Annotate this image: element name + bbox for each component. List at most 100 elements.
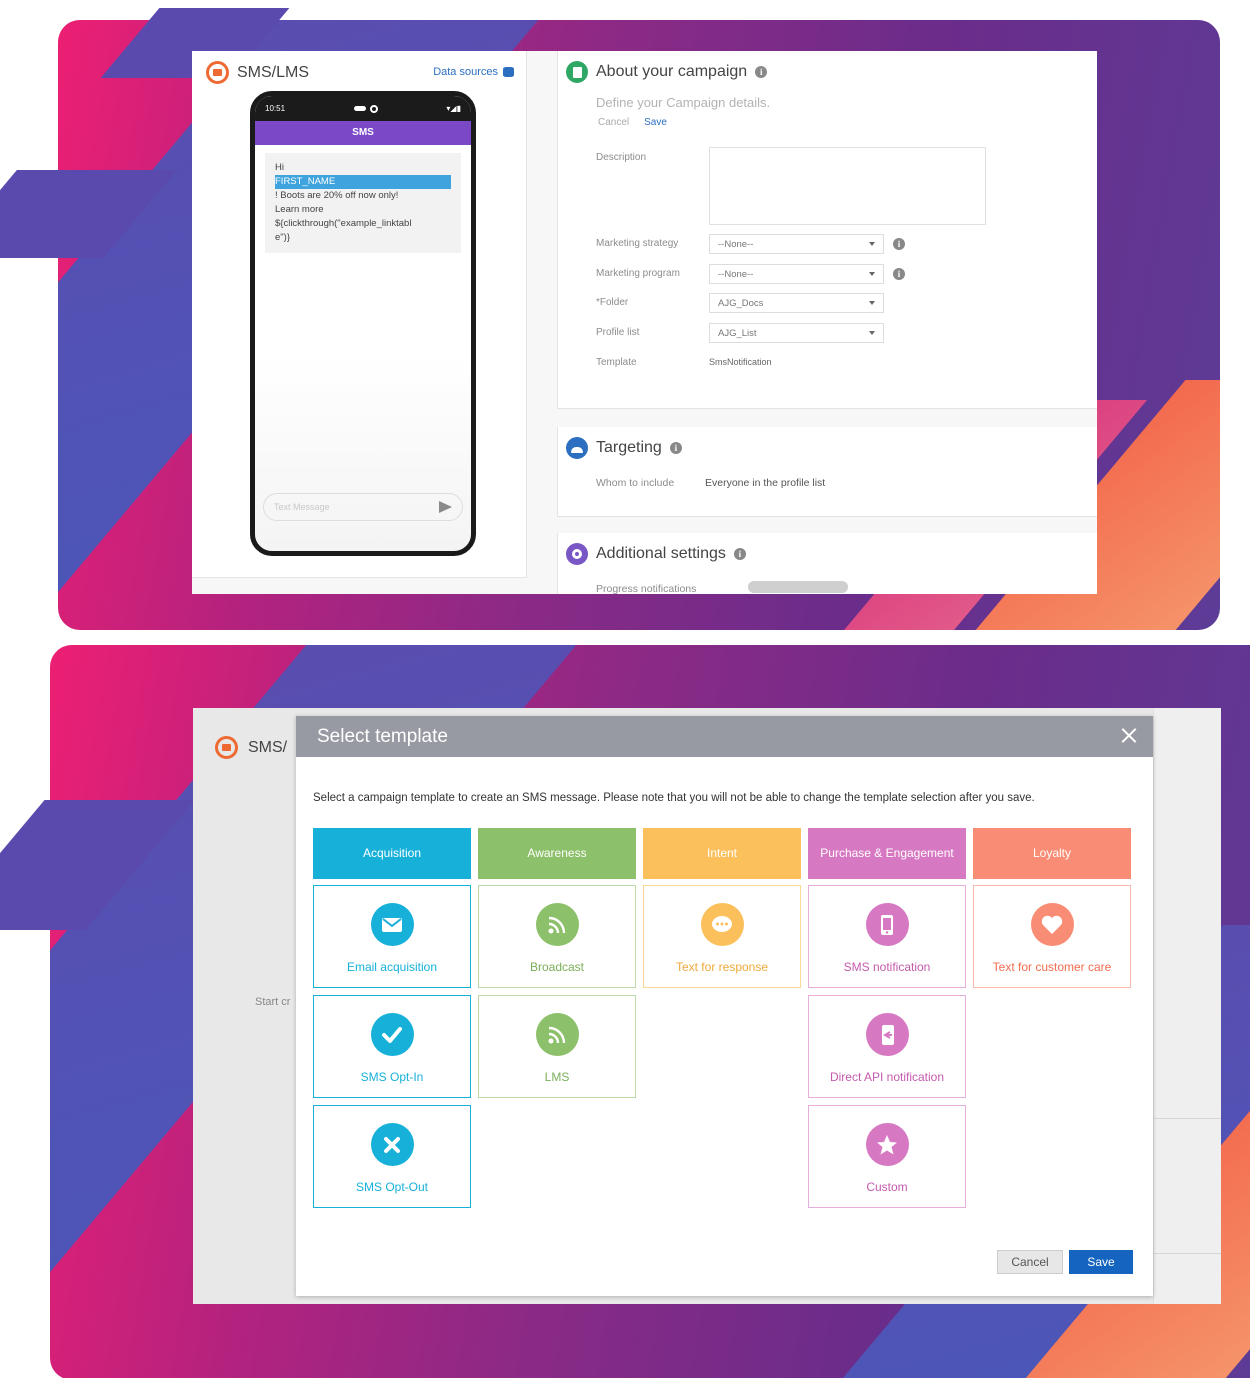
info-icon[interactable]: i xyxy=(755,66,768,78)
panel-header: SMS/LMS xyxy=(206,61,309,84)
modal-header: Select template xyxy=(296,716,1153,757)
msg-line: ! Boots are 20% off now only! xyxy=(275,190,399,201)
tile-sms-notification[interactable]: SMS notification xyxy=(808,885,966,988)
folder-value: AJG_Docs xyxy=(718,297,764,309)
chevron-down-icon xyxy=(869,301,875,305)
targeting-header: Targeting i xyxy=(566,437,682,459)
cancel-link[interactable]: Cancel xyxy=(598,117,629,128)
data-sources-link[interactable]: Data sources xyxy=(433,66,514,78)
template-label: Template xyxy=(596,357,637,368)
targeting-card: Targeting i Whom to include Everyone in … xyxy=(557,427,1097,517)
tile-broadcast[interactable]: Broadcast xyxy=(478,885,636,988)
marketing-strategy-select[interactable]: --None-- xyxy=(709,234,884,254)
phone-preview: 10:51 ▾◢▮ SMS Hi FIRST_NAME ! Boots are … xyxy=(250,91,476,556)
about-campaign-header: About your campaign i xyxy=(566,61,768,83)
folder-label: *Folder xyxy=(596,297,629,308)
category-purchase-engagement[interactable]: Purchase & Engagement xyxy=(808,828,966,879)
tile-lms[interactable]: LMS xyxy=(478,995,636,1098)
category-awareness[interactable]: Awareness xyxy=(478,828,636,879)
tile-label: SMS Opt-In xyxy=(360,1070,424,1084)
template-selection-screenshot: SMS/ Start cr Select template Select a c… xyxy=(193,708,1221,1304)
phone-time: 10:51 xyxy=(265,104,286,113)
tile-text-for-customer-care[interactable]: Text for customer care xyxy=(973,885,1131,988)
description-label: Description xyxy=(596,152,647,163)
mobile-phone-icon xyxy=(865,903,909,946)
marketing-program-select[interactable]: --None-- xyxy=(709,264,884,284)
info-icon[interactable]: i xyxy=(893,268,905,280)
divider xyxy=(1153,1253,1221,1254)
heart-icon xyxy=(1030,903,1074,946)
tile-label: SMS notification xyxy=(843,960,931,974)
sms-channel-icon xyxy=(215,736,238,759)
whom-to-include-label: Whom to include xyxy=(596,477,675,489)
x-circle-icon xyxy=(370,1123,414,1166)
underlying-header: SMS/ xyxy=(215,736,287,759)
tile-label: Email acquisition xyxy=(346,960,438,974)
divider xyxy=(1153,1118,1221,1119)
star-icon xyxy=(865,1123,909,1166)
save-link[interactable]: Save xyxy=(644,117,667,128)
envelope-icon xyxy=(370,903,414,946)
whom-to-include-value: Everyone in the profile list xyxy=(705,477,826,489)
tile-label: Broadcast xyxy=(529,960,585,974)
send-icon[interactable] xyxy=(439,501,452,513)
campaign-editor-screenshot: SMS/LMS Data sources 10:51 ▾◢▮ SMS Hi FI… xyxy=(192,51,1097,594)
template-value: SmsNotification xyxy=(709,357,772,367)
personalization-field: FIRST_NAME xyxy=(275,175,451,189)
chevron-down-icon xyxy=(869,242,875,246)
about-campaign-subtitle: Define your Campaign details. xyxy=(596,95,771,110)
cancel-save-links: Cancel Save xyxy=(598,117,667,128)
sms-preview-panel: SMS/LMS Data sources 10:51 ▾◢▮ SMS Hi FI… xyxy=(192,51,527,578)
select-template-modal: Select template Select a campaign templa… xyxy=(296,716,1153,1296)
tile-label: Direct API notification xyxy=(829,1070,945,1084)
marketing-strategy-label: Marketing strategy xyxy=(596,238,679,249)
tile-label: Custom xyxy=(866,1180,908,1194)
tile-email-acquisition[interactable]: Email acquisition xyxy=(313,885,471,988)
rss-icon xyxy=(535,1013,579,1056)
sms-channel-icon xyxy=(206,61,229,84)
info-icon[interactable]: i xyxy=(669,442,682,454)
phone-arrow-icon xyxy=(865,1013,909,1056)
tile-direct-api-notification[interactable]: Direct API notification xyxy=(808,995,966,1098)
tile-sms-opt-out[interactable]: SMS Opt-Out xyxy=(313,1105,471,1208)
msg-line: e")} xyxy=(275,232,290,243)
info-icon[interactable]: i xyxy=(893,238,905,250)
progress-notifications-label: Progress notifications xyxy=(596,583,697,594)
document-icon xyxy=(566,61,588,83)
text-message-input[interactable]: Text Message xyxy=(263,493,463,521)
chat-bubble-icon xyxy=(700,903,744,946)
description-textarea[interactable] xyxy=(709,147,986,225)
tile-custom[interactable]: Custom xyxy=(808,1105,966,1208)
profile-list-select[interactable]: AJG_List xyxy=(709,323,884,343)
category-loyalty[interactable]: Loyalty xyxy=(973,828,1131,879)
profile-list-value: AJG_List xyxy=(718,327,757,339)
additional-settings-header: Additional settings i xyxy=(566,543,746,565)
info-icon[interactable]: i xyxy=(733,548,746,560)
marketing-program-value: --None-- xyxy=(718,268,754,280)
msg-greeting: Hi xyxy=(275,162,284,173)
marketing-program-label: Marketing program xyxy=(596,268,680,279)
category-intent[interactable]: Intent xyxy=(643,828,801,879)
save-button[interactable]: Save xyxy=(1069,1250,1133,1274)
people-icon xyxy=(566,437,588,459)
tile-label: Text for customer care xyxy=(992,960,1112,974)
about-campaign-card: About your campaign i Define your Campai… xyxy=(557,51,1097,409)
marketing-strategy-value: --None-- xyxy=(718,238,754,250)
underlying-right-panel xyxy=(1153,708,1221,1304)
tile-text-for-response[interactable]: Text for response xyxy=(643,885,801,988)
close-icon[interactable] xyxy=(1121,727,1137,743)
category-acquisition[interactable]: Acquisition xyxy=(313,828,471,879)
fade-overlay xyxy=(255,351,471,551)
phone-app-bar: SMS xyxy=(255,121,471,145)
tile-label: Text for response xyxy=(675,960,769,974)
tile-sms-opt-in[interactable]: SMS Opt-In xyxy=(313,995,471,1098)
cancel-button[interactable]: Cancel xyxy=(997,1250,1063,1274)
modal-description: Select a campaign template to create an … xyxy=(313,792,1035,804)
chevron-down-icon xyxy=(869,272,875,276)
chevron-down-icon xyxy=(869,331,875,335)
camera-icon xyxy=(353,104,378,113)
about-campaign-title: About your campaign xyxy=(596,63,748,80)
folder-select[interactable]: AJG_Docs xyxy=(709,293,884,313)
phone-status-bar: 10:51 ▾◢▮ xyxy=(255,96,471,121)
progress-notifications-toggle[interactable] xyxy=(748,581,848,593)
